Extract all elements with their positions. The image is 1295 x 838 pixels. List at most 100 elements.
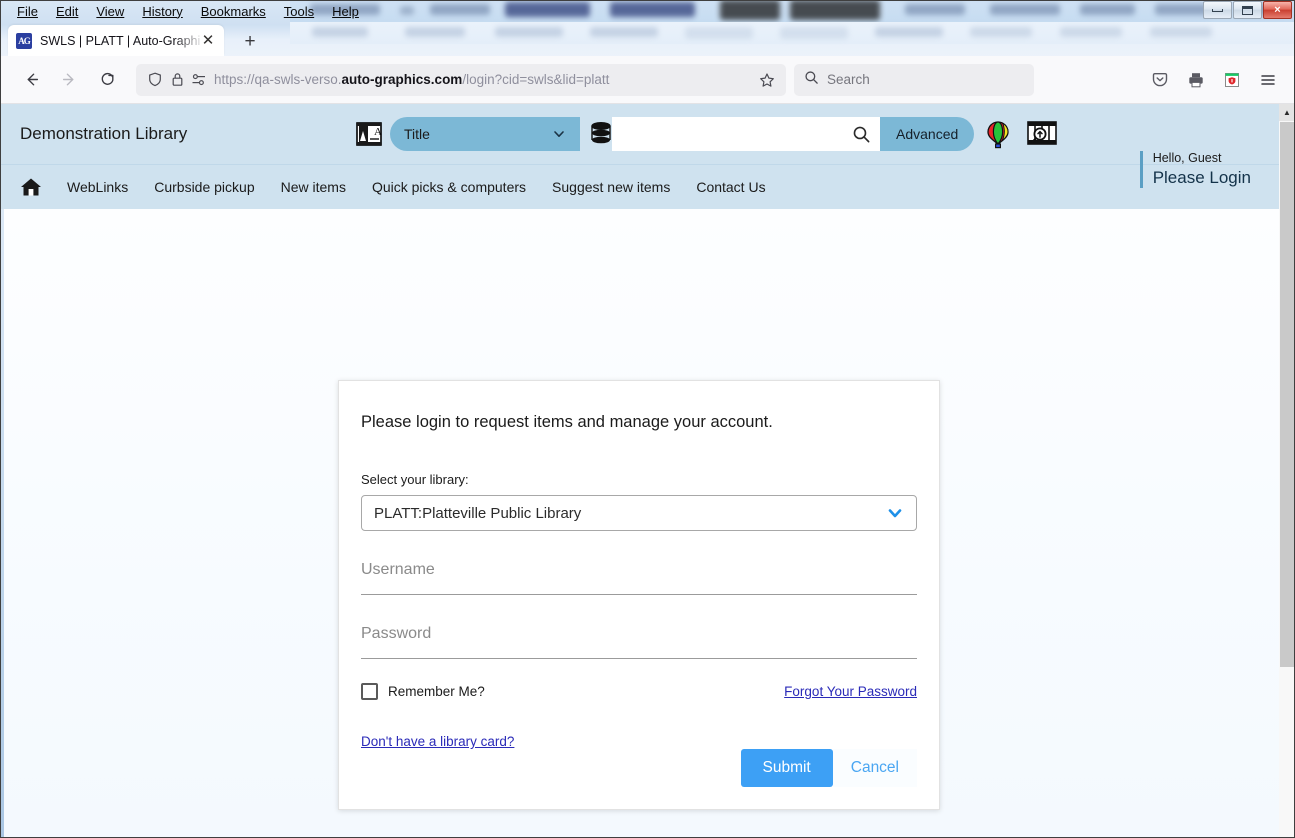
browser-search-placeholder: Search — [827, 72, 870, 87]
username-placeholder: Username — [361, 561, 435, 578]
menu-file-label: File — [17, 3, 38, 19]
browser-window: File Edit View History Bookmarks Tools H… — [0, 0, 1295, 838]
chevron-down-icon — [886, 504, 904, 522]
menu-file[interactable]: File — [8, 3, 47, 20]
library-select[interactable]: PLATT:Platteville Public Library — [361, 495, 917, 531]
home-icon[interactable] — [20, 177, 42, 197]
remember-me-label: Remember Me? — [388, 684, 485, 699]
hot-air-balloon-icon[interactable] — [983, 120, 1013, 150]
url-text: https://qa-swls-verso.auto-graphics.com/… — [214, 72, 756, 87]
tab-strip: AG SWLS | PLATT | Auto-Graphics In ✕ + — [0, 22, 1295, 56]
reload-button[interactable] — [90, 64, 124, 96]
star-icon[interactable] — [756, 70, 778, 90]
translate-icon[interactable]: A — [356, 121, 382, 147]
header-icon-group — [983, 120, 1057, 150]
nav-link-contact-us[interactable]: Contact Us — [683, 179, 778, 195]
url-prefix: https://qa-swls-verso. — [214, 72, 342, 87]
browse-shelf-search-icon[interactable] — [1027, 120, 1057, 150]
pocket-icon — [1152, 72, 1168, 86]
database-stack-icon[interactable] — [590, 121, 612, 147]
url-suffix: /login?cid=swls&lid=platt — [462, 72, 610, 87]
remember-me-checkbox[interactable] — [361, 683, 378, 700]
menu-history[interactable]: History — [133, 3, 191, 20]
toolbar-right-icons — [1141, 64, 1295, 96]
login-button-row: Submit Cancel — [740, 749, 917, 787]
browser-search-bar[interactable]: Search — [794, 63, 1034, 96]
pocket-button[interactable] — [1143, 64, 1177, 96]
page-content: Please login to request items and manage… — [0, 209, 1295, 838]
search-scope-dropdown[interactable]: Title — [390, 117, 580, 151]
username-field[interactable]: Username — [361, 561, 917, 595]
no-library-card-link[interactable]: Don't have a library card? — [361, 734, 514, 749]
nav-link-new-items[interactable]: New items — [268, 179, 359, 195]
forward-button[interactable] — [52, 64, 86, 96]
menu-bar: File Edit View History Bookmarks Tools H… — [8, 2, 368, 20]
library-select-label: Select your library: — [361, 472, 469, 487]
shield-icon[interactable] — [144, 70, 166, 90]
nav-link-quick-picks[interactable]: Quick picks & computers — [359, 179, 539, 195]
password-placeholder: Password — [361, 625, 432, 642]
app-menu-button[interactable] — [1251, 64, 1285, 96]
chevron-down-icon — [552, 127, 566, 141]
hamburger-menu-icon — [1261, 74, 1275, 85]
tab-title: SWLS | PLATT | Auto-Graphics In — [40, 33, 200, 48]
menu-history-label: History — [142, 3, 183, 19]
menu-bookmarks-label: Bookmarks — [200, 3, 266, 19]
library-select-value: PLATT:Platteville Public Library — [374, 504, 582, 522]
navigation-toolbar: https://qa-swls-verso.auto-graphics.com/… — [0, 56, 1295, 104]
site-search-cluster: A Title Advanced — [356, 117, 975, 151]
menu-help[interactable]: Help — [323, 3, 368, 20]
nav-link-weblinks[interactable]: WebLinks — [54, 179, 141, 195]
scrollbar-thumb[interactable] — [1280, 122, 1294, 667]
window-controls: × — [1203, 1, 1292, 19]
title-bar: File Edit View History Bookmarks Tools H… — [0, 0, 1295, 22]
print-icon — [1189, 72, 1203, 87]
ag-logo-icon: AG — [16, 32, 32, 49]
address-bar[interactable]: https://qa-swls-verso.auto-graphics.com/… — [136, 63, 786, 96]
menu-tools[interactable]: Tools — [275, 3, 323, 20]
menu-view-label: View — [96, 3, 125, 19]
print-button[interactable] — [1179, 64, 1213, 96]
site-nav: WebLinks Curbside pickup New items Quick… — [0, 151, 1295, 209]
browser-tab[interactable]: AG SWLS | PLATT | Auto-Graphics In ✕ — [8, 25, 224, 56]
url-domain: auto-graphics.com — [341, 72, 463, 87]
account-greeting[interactable]: Hello, Guest Please Login — [1139, 151, 1251, 188]
padlock-icon[interactable] — [166, 70, 188, 90]
password-field[interactable]: Password — [361, 625, 917, 659]
restore-icon — [1242, 5, 1253, 15]
site-search-input[interactable] — [612, 117, 842, 151]
minimize-icon — [1212, 8, 1223, 12]
page-scrollbar[interactable]: ▲ — [1279, 104, 1295, 838]
new-tab-button[interactable]: + — [238, 30, 262, 52]
menu-view[interactable]: View — [87, 3, 133, 20]
menu-edit[interactable]: Edit — [47, 3, 87, 20]
search-icon — [853, 126, 869, 142]
close-button[interactable]: × — [1263, 1, 1292, 19]
menu-help-label: Help — [332, 3, 359, 19]
menu-bookmarks[interactable]: Bookmarks — [192, 3, 275, 20]
svg-text:A: A — [374, 126, 382, 138]
menu-edit-label: Edit — [55, 3, 79, 19]
extension-icon — [1225, 72, 1239, 87]
minimize-button[interactable] — [1203, 1, 1232, 19]
forgot-password-link[interactable]: Forgot Your Password — [784, 684, 917, 699]
close-icon[interactable]: ✕ — [200, 33, 216, 49]
search-scope-value: Title — [404, 126, 430, 142]
menu-tools-label: Tools — [283, 3, 315, 19]
library-name: Demonstration Library — [20, 124, 188, 143]
restore-button[interactable] — [1233, 1, 1262, 19]
cancel-button[interactable]: Cancel — [832, 749, 917, 787]
submit-button[interactable]: Submit — [740, 749, 833, 787]
nav-link-curbside-pickup[interactable]: Curbside pickup — [141, 179, 267, 195]
nav-link-suggest-new-items[interactable]: Suggest new items — [539, 179, 683, 195]
site-search-button[interactable] — [842, 117, 880, 151]
login-card: Please login to request items and manage… — [338, 380, 940, 810]
advanced-search-button[interactable]: Advanced — [880, 117, 975, 151]
site-nav-links: WebLinks Curbside pickup New items Quick… — [54, 179, 779, 195]
permissions-icon[interactable] — [188, 70, 210, 90]
site-header: Demonstration Library A Title Advanced — [0, 104, 1295, 164]
extension-button[interactable] — [1215, 64, 1249, 96]
scroll-up-button[interactable]: ▲ — [1279, 104, 1295, 121]
back-button[interactable] — [14, 64, 48, 96]
please-login-link[interactable]: Please Login — [1153, 167, 1251, 188]
